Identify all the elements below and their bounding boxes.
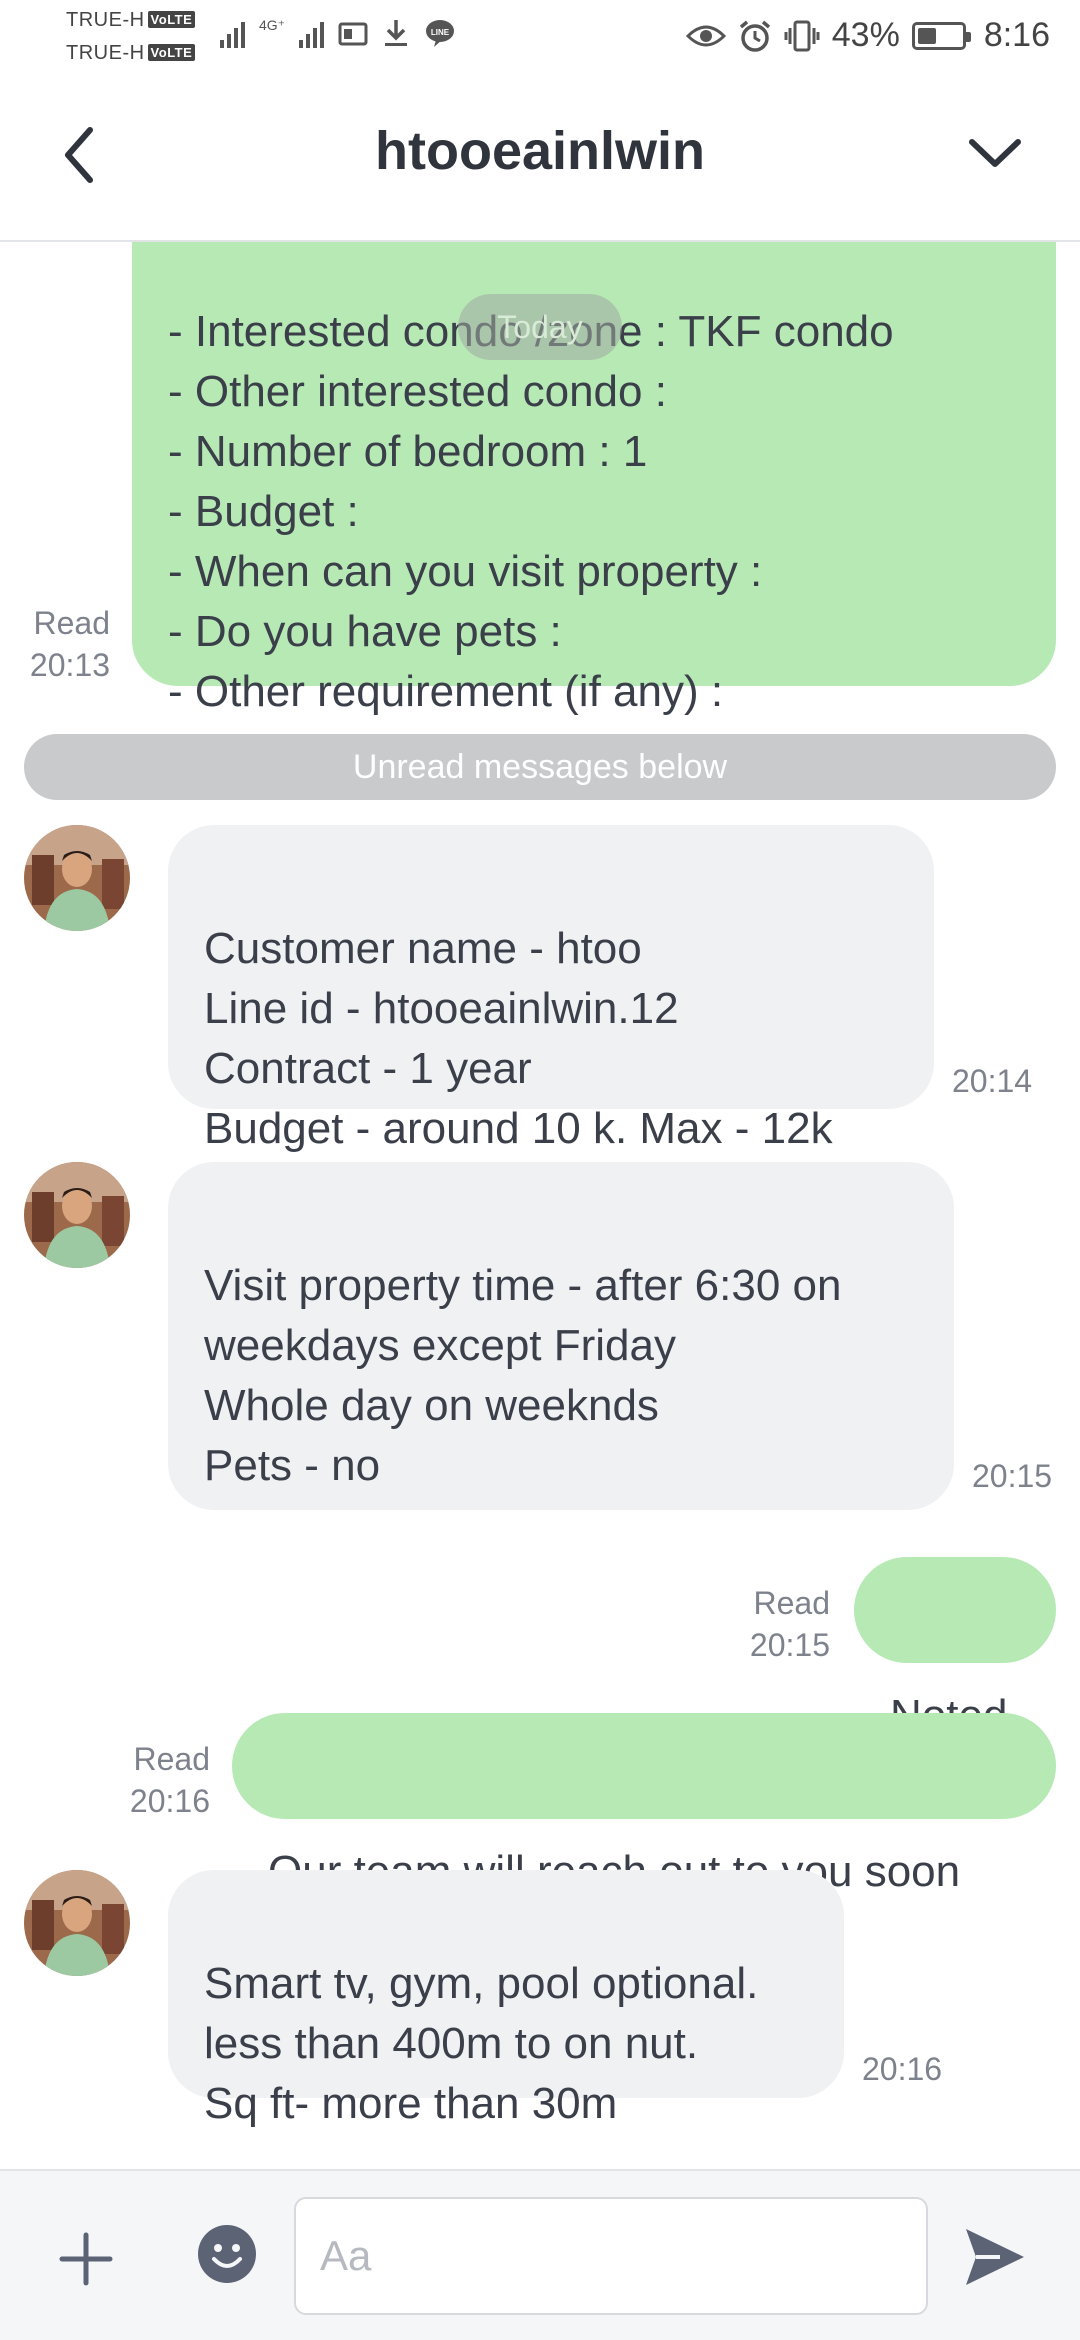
incoming-message-2[interactable]: Visit property time - after 6:30 on week… — [168, 1162, 954, 1510]
incoming-message-3[interactable]: Smart tv, gym, pool optional. less than … — [168, 1870, 844, 2128]
send-icon — [966, 2229, 1024, 2285]
outgoing-message-noted[interactable]: Noted — [854, 1557, 1056, 1740]
incoming-message-1[interactable]: Customer name - htoo Line id - htooeainl… — [168, 825, 934, 1153]
message-time-1: 20:14 — [952, 1063, 1033, 1099]
network-type-label: 4G⁺ — [259, 17, 286, 33]
card-icon — [338, 22, 368, 46]
vibrate-icon — [784, 20, 820, 51]
message-text: Smart tv, gym, pool optional. less than … — [204, 1959, 759, 2128]
alarm-icon — [739, 20, 770, 52]
volte-badge-2: VoLTE — [147, 44, 196, 61]
avatar-image — [24, 1162, 130, 1268]
eye-icon — [685, 25, 726, 46]
message-meta-noted: Read 20:15 — [720, 1582, 830, 1666]
status-right-icons: 43% 8:16 — [685, 16, 1050, 55]
message-meta-team: Read 20:16 — [100, 1738, 210, 1822]
outgoing-message-team[interactable]: Our team will reach out to you soon — [232, 1713, 1056, 1896]
avatar[interactable] — [24, 1870, 130, 1976]
battery-icon — [911, 21, 971, 50]
read-status: Read — [753, 1585, 831, 1621]
message-time-2: 20:15 — [972, 1458, 1053, 1494]
read-status: Read — [133, 1741, 211, 1777]
message-time-3: 20:16 — [862, 2051, 943, 2087]
line-app-icon: LINE — [426, 20, 455, 47]
attach-button[interactable] — [56, 2229, 116, 2289]
chevron-down-icon — [969, 139, 1021, 167]
clock: 8:16 — [983, 16, 1050, 54]
message-input[interactable] — [294, 2197, 928, 2315]
message-composer — [0, 2169, 1080, 2340]
date-divider-pill: Today — [458, 294, 622, 360]
plus-icon — [59, 2232, 113, 2286]
signal-icon — [220, 18, 245, 48]
message-text: - Interested condo /zone : TKF condo - O… — [168, 307, 894, 716]
message-time: 20:13 — [29, 647, 110, 683]
message-text: Visit property time - after 6:30 on week… — [204, 1261, 842, 1490]
chat-title[interactable]: htooeainlwin — [0, 120, 1080, 182]
message-list[interactable]: - Interested condo /zone : TKF condo - O… — [0, 242, 1080, 2169]
avatar[interactable] — [24, 825, 130, 931]
emoji-button[interactable] — [196, 2223, 258, 2285]
chat-header: htooeainlwin — [0, 76, 1080, 242]
carrier-label-2: TRUE-H VoLTE — [66, 42, 196, 65]
avatar-image — [24, 1870, 130, 1976]
avatar-image — [24, 825, 130, 931]
signal-icon-2 — [299, 18, 325, 48]
status-bar: TRUE-H VoLTE TRUE-H VoLTE 4G⁺ LINE 43% 8:1… — [0, 0, 1080, 76]
status-left-icons: 4G⁺ LINE — [220, 18, 456, 48]
carrier-label-1: TRUE-H VoLTE — [66, 9, 196, 32]
battery-percent: 43% — [831, 16, 900, 54]
svg-text:LINE: LINE — [431, 28, 450, 37]
message-meta-form: Read 20:13 — [10, 602, 110, 686]
send-button[interactable] — [960, 2223, 1030, 2291]
read-status: Read — [33, 605, 111, 641]
menu-toggle-button[interactable] — [960, 122, 1030, 182]
emoji-icon — [198, 2225, 256, 2283]
message-text: Customer name - htoo Line id - htooeainl… — [204, 924, 833, 1153]
message-time: 20:15 — [749, 1627, 830, 1663]
message-time: 20:16 — [129, 1783, 210, 1819]
download-icon — [385, 20, 408, 46]
avatar[interactable] — [24, 1162, 130, 1268]
unread-divider: Unread messages below — [24, 734, 1056, 800]
volte-badge-1: VoLTE — [147, 11, 196, 28]
